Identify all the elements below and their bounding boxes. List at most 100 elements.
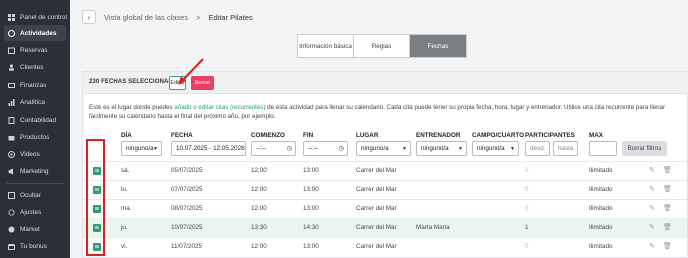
column-header-start: COMIENZO	[251, 132, 285, 139]
sidebar-label: Clientes	[20, 63, 44, 71]
end-time-value: --:--	[308, 145, 319, 152]
edit-pencil-icon[interactable]: ✎	[649, 166, 657, 175]
sidebar-label: Finanzas	[20, 81, 47, 89]
row-end: 13:00	[303, 205, 319, 212]
sidebar-item-ocultar[interactable]: Ocultar	[4, 187, 66, 203]
column-header-participants: PARTICIPANTES	[525, 132, 575, 139]
sidebar-item-marketing[interactable]: Marketing	[4, 163, 66, 179]
clock-icon: ◷	[286, 146, 292, 152]
row-place: Carrer del Mar	[356, 243, 397, 250]
tab-informacion-basica[interactable]: Información básica	[298, 35, 354, 57]
row-max: Ilimitado	[589, 224, 613, 231]
row-max: Ilimitado	[589, 167, 613, 174]
row-date: 08/07/2025	[171, 205, 203, 212]
sidebar-item-analitica[interactable]: Analítica	[4, 94, 66, 110]
table-row[interactable]: ju. 10/07/2025 13:30 14:30 Carrer del Ma…	[83, 218, 687, 237]
max-filter-input[interactable]	[589, 141, 617, 156]
edit-pencil-icon[interactable]: ✎	[649, 223, 657, 232]
end-time-input[interactable]: --:-- ◷	[303, 141, 348, 156]
tab-reglas[interactable]: Reglas	[354, 35, 410, 57]
trash-icon[interactable]: 🗑	[663, 185, 672, 194]
sidebar: Panel de control Actividades Reservas Cl…	[0, 0, 70, 258]
sidebar-label: Tu bonus	[20, 242, 47, 250]
tab-bar: Información básica Reglas Fechas	[297, 34, 467, 58]
trainer-filter-select[interactable]: ninguno/a ▼	[416, 141, 467, 156]
row-max: Ilimitado	[589, 243, 613, 250]
trash-icon[interactable]: 🗑	[663, 242, 672, 251]
trash-icon[interactable]: 🗑	[663, 204, 672, 213]
row-start: 12:00	[251, 186, 267, 193]
sidebar-item-bonus[interactable]: Tu bonus	[4, 238, 66, 254]
chevron-down-icon: ▼	[402, 146, 407, 152]
edit-pencil-icon[interactable]: ✎	[649, 185, 657, 194]
delete-button[interactable]: Borrar	[191, 76, 214, 90]
sidebar-item-panel[interactable]: Panel de control	[4, 9, 67, 25]
chevron-down-icon: ▼	[510, 146, 515, 152]
row-day: lu.	[121, 186, 128, 193]
breadcrumb: ‹ Vista global de las clases > Editar Pi…	[82, 10, 253, 24]
sidebar-item-market[interactable]: Market	[4, 221, 66, 237]
row-day: sá.	[121, 167, 130, 174]
row-day: ma.	[121, 205, 132, 212]
description: Este es el lugar donde puedes añadir o e…	[89, 103, 669, 121]
participants-to-input[interactable]: hasta	[553, 141, 578, 156]
column-header-place: LUGAR	[356, 132, 379, 139]
products-icon	[8, 134, 15, 141]
sidebar-item-reservas[interactable]: Reservas	[4, 42, 66, 58]
column-header-date: FECHA	[171, 132, 193, 139]
edit-pencil-icon[interactable]: ✎	[649, 204, 657, 213]
column-header-trainer: ENTRENADOR	[416, 132, 461, 139]
start-time-value: --:--	[256, 145, 267, 152]
table-row[interactable]: lu. 07/07/2025 12:00 13:00 Carrer del Ma…	[83, 180, 687, 199]
sidebar-item-productos[interactable]: Productos	[4, 129, 66, 145]
day-filter-select[interactable]: ninguno/a ▼	[121, 141, 162, 156]
start-time-input[interactable]: --:-- ◷	[251, 141, 296, 156]
clear-filters-button[interactable]: Borrar filtros	[622, 141, 667, 156]
settings-icon	[8, 208, 15, 216]
participants-from-placeholder: desd.	[530, 145, 546, 152]
sidebar-label: Contabilidad	[20, 116, 57, 124]
row-day: ju.	[121, 224, 128, 231]
back-button[interactable]: ‹	[82, 10, 96, 24]
trash-icon[interactable]: 🗑	[663, 223, 672, 232]
table-row[interactable]: vi. 11/07/2025 12:00 13:00 Carrer del Ma…	[83, 237, 687, 256]
table-row[interactable]: ma. 08/07/2025 12:00 13:00 Carrer del Ma…	[83, 199, 687, 218]
activities-icon	[8, 29, 15, 37]
day-filter-value: ninguno/a	[126, 145, 154, 152]
tab-fechas[interactable]: Fechas	[410, 35, 466, 57]
participants-from-input[interactable]: desd.	[525, 141, 550, 156]
clients-icon	[8, 63, 15, 71]
sidebar-item-contabilidad[interactable]: Contabilidad	[4, 112, 66, 128]
table-row[interactable]: sá. 05/07/2025 12:00 13:00 Carrer del Ma…	[83, 161, 687, 180]
accounting-icon	[8, 116, 15, 124]
trash-icon[interactable]: 🗑	[663, 166, 672, 175]
sidebar-label: Ajustes	[20, 208, 42, 216]
trainer-filter-value: ninguno/a	[421, 145, 449, 152]
edit-pencil-icon[interactable]: ✎	[649, 242, 657, 251]
edit-button[interactable]: Editar	[169, 76, 186, 90]
place-filter-select[interactable]: ninguno/a ▼	[356, 141, 411, 156]
analytics-icon	[8, 98, 15, 106]
sidebar-divider	[6, 183, 64, 184]
sidebar-item-finanzas[interactable]: Finanzas	[4, 77, 66, 93]
column-header-day: DÍA	[121, 132, 132, 139]
sidebar-item-clientes[interactable]: Clientes	[4, 59, 66, 75]
page-title: Editar Pilates	[208, 12, 253, 22]
sidebar-item-ajustes[interactable]: Ajustes	[4, 204, 66, 220]
description-text: Este es el lugar donde puedes	[89, 104, 175, 111]
row-date: 11/07/2025	[171, 243, 203, 250]
place-filter-value: ninguno/a	[361, 145, 389, 152]
breadcrumb-parent[interactable]: Vista global de las clases	[104, 13, 188, 22]
date-range-value: 10.07.2025 - 12.05.2026	[176, 145, 245, 152]
sidebar-label: Marketing	[20, 167, 49, 175]
sidebar-label: Analítica	[20, 98, 45, 106]
sidebar-item-videos[interactable]: Videos	[4, 146, 66, 162]
finance-icon	[8, 82, 15, 89]
field-filter-select[interactable]: ninguno/a ▼	[472, 141, 519, 156]
date-range-input[interactable]: 10.07.2025 - 12.05.2026	[171, 141, 246, 156]
sidebar-label: Ocultar	[20, 191, 41, 199]
add-edit-link[interactable]: añadir o editar citas (recurrentes)	[174, 104, 265, 111]
sidebar-item-actividades[interactable]: Actividades	[4, 25, 66, 41]
row-place: Carrer del Mar	[356, 205, 397, 212]
sidebar-label: Panel de control	[20, 13, 67, 21]
